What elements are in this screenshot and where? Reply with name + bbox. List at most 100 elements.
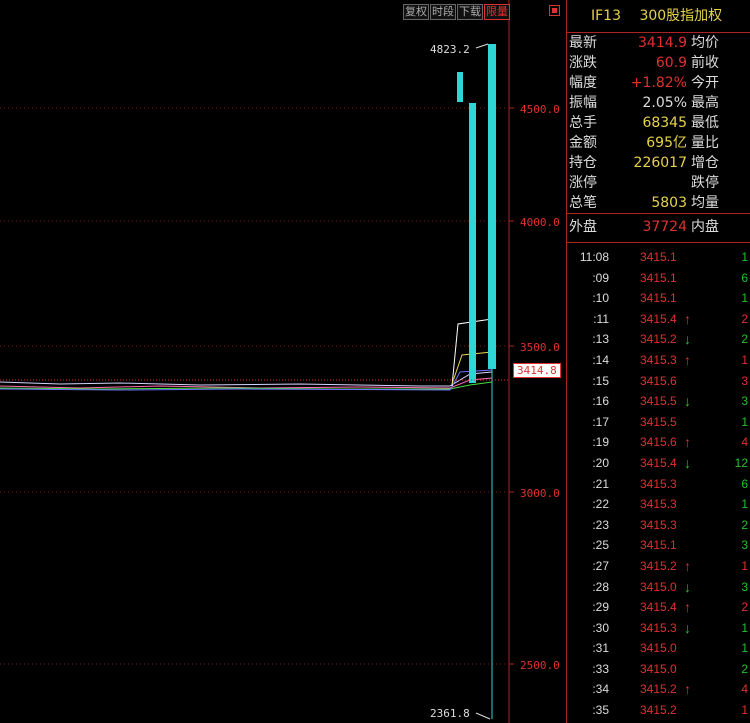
quote-label: 最新 (569, 35, 597, 51)
quote-row: 涨停 跌停 (567, 173, 750, 193)
tick-time: :11 (593, 311, 609, 326)
current-price-marker: 3414.8 (513, 363, 561, 378)
tick-price: 3415.3 (640, 620, 677, 635)
quote-row: 涨跌 60.9 前收 (567, 53, 750, 73)
quote-value: 2.05% (642, 95, 687, 111)
panel-title: IF13 300股指加权 (567, 0, 750, 33)
quote-value: 695亿 (646, 135, 687, 151)
quote-row: 最新 3414.9 均价 (567, 33, 750, 53)
tick-row: :20 3415.4 ↓ 12 (567, 453, 750, 474)
tick-price: 3415.2 (640, 682, 677, 697)
quote-label-2: 增仓 (691, 155, 719, 171)
tick-time: :33 (592, 661, 609, 676)
quote-value: 60.9 (655, 55, 687, 71)
candlestick-chart (0, 0, 514, 723)
tick-time: :09 (592, 270, 609, 285)
up-arrow-icon: ↑ (684, 681, 691, 698)
tick-price: 3415.3 (640, 497, 677, 512)
tick-time: :21 (592, 476, 609, 491)
restore-rights-button[interactable]: 复权 (403, 4, 429, 20)
tick-row: :10 3415.1 1 (567, 288, 750, 309)
candle (457, 72, 463, 102)
quote-label: 持仓 (569, 155, 597, 171)
tick-price: 3415.3 (640, 517, 677, 532)
quote-row: 总笔 5803 均量 (567, 193, 750, 213)
tick-row: :27 3415.2 ↑ 1 (567, 556, 750, 577)
tick-time: :35 (592, 703, 609, 718)
tick-row: :22 3415.3 1 (567, 494, 750, 515)
quote-label: 金额 (569, 135, 597, 151)
candle (488, 44, 496, 369)
tick-price: 3415.5 (640, 414, 677, 429)
tick-row: :15 3415.6 3 (567, 371, 750, 392)
quote-label-2: 跌停 (691, 175, 719, 191)
quote-label: 涨停 (569, 175, 597, 191)
tick-row: :23 3415.3 2 (567, 515, 750, 536)
quote-label: 总笔 (569, 195, 597, 211)
volume-limit-button[interactable]: 限量 (484, 4, 510, 20)
tick-time: :17 (592, 414, 609, 429)
inner-label: 内盘 (691, 219, 719, 235)
tick-price: 3415.6 (640, 373, 677, 388)
tick-list[interactable]: 11:08 3415.1 1:09 3415.1 6:10 3415.1 1:11 3415.… (567, 247, 750, 721)
tick-volume: 1 (741, 497, 748, 512)
tick-time: :13 (592, 332, 609, 347)
tick-time: :34 (592, 682, 609, 697)
window-toggle-icon[interactable] (549, 5, 560, 16)
tick-volume: 2 (741, 600, 748, 615)
tick-row: :31 3415.0 1 (567, 638, 750, 659)
price-line (0, 371, 493, 387)
tick-time: :31 (592, 641, 609, 656)
tick-price: 3415.1 (640, 270, 677, 285)
candle (469, 103, 476, 383)
tick-volume: 1 (741, 620, 748, 635)
up-arrow-icon: ↑ (684, 599, 691, 616)
high-leader (475, 43, 489, 49)
download-button[interactable]: 下载 (457, 4, 483, 20)
tick-time: :22 (592, 497, 609, 512)
tick-volume: 3 (741, 579, 748, 594)
axis-label: 4500.0 (520, 103, 560, 116)
price-chart-area[interactable]: 复权 时段 下载 限量 4500.0 4000.0 3500.0 3000.0 … (0, 0, 566, 723)
tick-row: :11 3415.4 ↑ 2 (567, 309, 750, 330)
tick-price: 3415.1 (640, 250, 677, 264)
tick-time: :25 (592, 538, 609, 553)
tick-volume: 3 (741, 394, 748, 409)
quote-label: 总手 (569, 115, 597, 131)
axis-label: 4000.0 (520, 216, 560, 229)
down-arrow-icon: ↓ (684, 393, 691, 410)
tick-volume: 2 (741, 311, 748, 326)
tick-volume: 6 (741, 270, 748, 285)
tick-time: :19 (592, 435, 609, 450)
quote-row: 总手 68345 最低 (567, 113, 750, 133)
quote-label: 涨跌 (569, 55, 597, 71)
chart-toolbar: 复权 时段 下载 限量 (403, 4, 510, 20)
quote-label-2: 最低 (691, 115, 719, 131)
tick-volume: 2 (741, 517, 748, 532)
up-arrow-icon: ↑ (684, 310, 691, 327)
tick-volume: 3 (741, 373, 748, 388)
tick-volume: 3 (741, 538, 748, 553)
tick-time: :20 (592, 455, 609, 470)
contract-code: IF13 (591, 8, 621, 24)
time-period-button[interactable]: 时段 (430, 4, 456, 20)
quote-value: +1.82% (630, 75, 687, 91)
quote-row: 幅度 +1.82% 今开 (567, 73, 750, 93)
tick-row: :30 3415.3 ↓ 1 (567, 618, 750, 639)
tick-row: :29 3415.4 ↑ 2 (567, 597, 750, 618)
quote-label-2: 均量 (691, 195, 719, 211)
tick-time: :28 (592, 579, 609, 594)
quote-label-2: 前收 (691, 55, 719, 71)
down-arrow-icon: ↓ (684, 331, 691, 348)
quote-label: 振幅 (569, 95, 597, 111)
quote-row: 持仓 226017 增仓 (567, 153, 750, 173)
tick-volume: 1 (741, 703, 748, 718)
tick-volume: 1 (741, 352, 748, 367)
tick-price: 3415.1 (640, 291, 677, 306)
quote-label-2: 最高 (691, 95, 719, 111)
tick-row: :35 3415.2 1 (567, 700, 750, 721)
tick-price: 3415.4 (640, 311, 677, 326)
tick-price: 3415.2 (640, 703, 677, 718)
tick-price: 3415.4 (640, 455, 677, 470)
tick-price: 3415.6 (640, 435, 677, 450)
